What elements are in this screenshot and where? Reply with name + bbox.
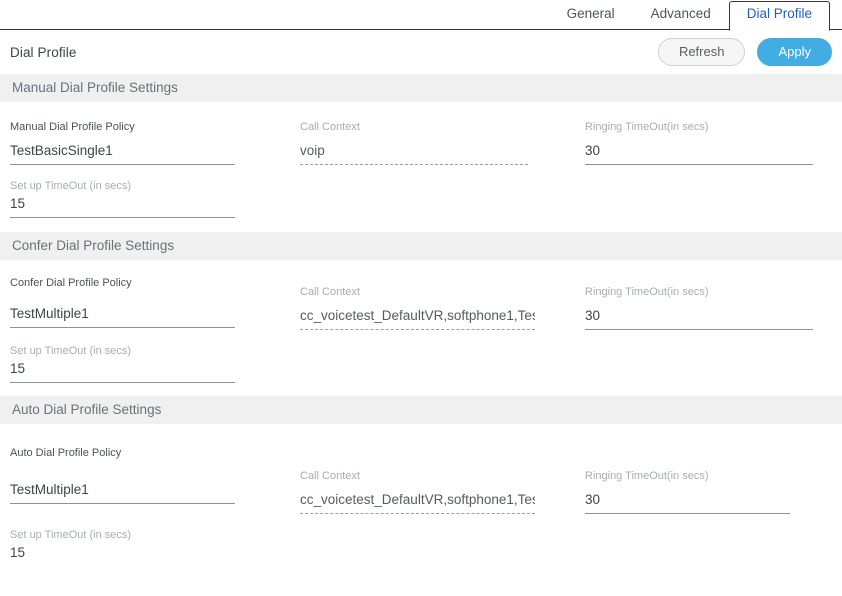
auto-ringing-timeout-value[interactable]: 30 xyxy=(585,490,790,514)
field-group-confer-ringing-timeout: Ringing TimeOut(in secs) 30 xyxy=(585,276,832,330)
apply-button[interactable]: Apply xyxy=(757,38,832,66)
confer-setup-timeout-value[interactable]: 15 xyxy=(10,359,235,383)
field-group-confer-setup-timeout: Set up TimeOut (in secs) 15 xyxy=(10,344,300,383)
manual-dial-profile-policy-label: Manual Dial Profile Policy xyxy=(10,121,135,133)
confer-dial-profile-policy-value[interactable]: TestMultiple1 xyxy=(10,304,235,328)
tab-bar: General Advanced Dial Profile xyxy=(0,0,842,31)
section-auto-dial-profile: Auto Dial Profile Settings Auto Dial Pro… xyxy=(0,396,842,566)
manual-ringing-timeout-field[interactable]: Ringing TimeOut(in secs) 30 xyxy=(585,120,832,165)
field-group-auto-ringing-timeout: Ringing TimeOut(in secs) 30 xyxy=(585,446,832,514)
field-group-confer-call-context: Call Context cc_voicetest_DefaultVR,soft… xyxy=(300,276,585,330)
section-body-confer: Confer Dial Profile Policy TestMultiple1… xyxy=(0,260,842,396)
auto-call-context-value: cc_voicetest_DefaultVR,softphone1,Test xyxy=(300,490,535,514)
auto-setup-timeout-label: Set up TimeOut (in secs) xyxy=(10,529,132,541)
dial-profile-page: General Advanced Dial Profile Dial Profi… xyxy=(0,0,842,596)
field-group-auto-call-context: Call Context cc_voicetest_DefaultVR,soft… xyxy=(300,446,585,514)
field-group-manual-policy: Manual Dial Profile Policy TestBasicSing… xyxy=(10,120,300,165)
header-actions: Refresh Apply xyxy=(657,38,832,66)
manual-setup-timeout-label: Set up TimeOut (in secs) xyxy=(10,180,132,192)
manual-dial-profile-policy-field[interactable]: Manual Dial Profile Policy TestBasicSing… xyxy=(10,120,300,165)
tab-general[interactable]: General xyxy=(549,2,633,30)
auto-dial-profile-policy-value[interactable]: TestMultiple1 xyxy=(10,480,235,504)
field-group-auto-setup-timeout: Set up TimeOut (in secs) 15 xyxy=(10,528,300,566)
auto-setup-timeout-value[interactable]: 15 xyxy=(10,543,235,566)
field-group-manual-ringing-timeout: Ringing TimeOut(in secs) 30 xyxy=(585,120,832,165)
confer-ringing-timeout-value[interactable]: 30 xyxy=(585,306,813,330)
confer-setup-timeout-label: Set up TimeOut (in secs) xyxy=(10,345,132,357)
tab-advanced[interactable]: Advanced xyxy=(633,2,729,30)
field-group-manual-setup-timeout: Set up TimeOut (in secs) 15 xyxy=(10,179,300,218)
manual-dial-profile-policy-value[interactable]: TestBasicSingle1 xyxy=(10,141,235,165)
auto-dial-profile-policy-field[interactable]: Auto Dial Profile Policy TestMultiple1 xyxy=(10,446,300,504)
manual-setup-timeout-value[interactable]: 15 xyxy=(10,194,235,218)
manual-call-context-value: voip xyxy=(300,141,528,165)
field-group-manual-call-context: Call Context voip xyxy=(300,120,585,165)
section-manual-dial-profile: Manual Dial Profile Settings Manual Dial… xyxy=(0,74,842,232)
section-title-confer: Confer Dial Profile Settings xyxy=(0,232,842,260)
refresh-button[interactable]: Refresh xyxy=(657,38,746,66)
page-title: Dial Profile xyxy=(10,44,77,60)
section-title-auto: Auto Dial Profile Settings xyxy=(0,396,842,424)
auto-call-context-label: Call Context xyxy=(300,470,360,482)
confer-ringing-timeout-field[interactable]: Ringing TimeOut(in secs) 30 xyxy=(585,285,832,330)
confer-call-context-label: Call Context xyxy=(300,286,360,298)
confer-dial-profile-policy-label: Confer Dial Profile Policy xyxy=(10,277,132,289)
page-header: Dial Profile Refresh Apply xyxy=(0,30,842,74)
confer-call-context-field: Call Context cc_voicetest_DefaultVR,soft… xyxy=(300,285,585,330)
auto-ringing-timeout-label: Ringing TimeOut(in secs) xyxy=(585,470,709,482)
confer-call-context-value: cc_voicetest_DefaultVR,softphone1,Test xyxy=(300,306,535,330)
manual-ringing-timeout-value[interactable]: 30 xyxy=(585,141,813,165)
auto-dial-profile-policy-label: Auto Dial Profile Policy xyxy=(10,447,122,459)
auto-setup-timeout-field[interactable]: Set up TimeOut (in secs) 15 xyxy=(10,528,300,566)
tab-dial-profile[interactable]: Dial Profile xyxy=(728,1,830,31)
field-group-auto-policy: Auto Dial Profile Policy TestMultiple1 xyxy=(10,446,300,504)
section-body-auto: Auto Dial Profile Policy TestMultiple1 C… xyxy=(0,424,842,566)
confer-setup-timeout-field[interactable]: Set up TimeOut (in secs) 15 xyxy=(10,344,300,383)
field-group-confer-policy: Confer Dial Profile Policy TestMultiple1 xyxy=(10,276,300,328)
auto-ringing-timeout-field[interactable]: Ringing TimeOut(in secs) 30 xyxy=(585,469,832,514)
manual-setup-timeout-field[interactable]: Set up TimeOut (in secs) 15 xyxy=(10,179,300,218)
auto-call-context-field: Call Context cc_voicetest_DefaultVR,soft… xyxy=(300,469,585,514)
section-title-manual: Manual Dial Profile Settings xyxy=(0,74,842,102)
confer-ringing-timeout-label: Ringing TimeOut(in secs) xyxy=(585,286,709,298)
manual-call-context-field: Call Context voip xyxy=(300,120,585,165)
confer-dial-profile-policy-field[interactable]: Confer Dial Profile Policy TestMultiple1 xyxy=(10,276,300,328)
manual-call-context-label: Call Context xyxy=(300,121,360,133)
section-confer-dial-profile: Confer Dial Profile Settings Confer Dial… xyxy=(0,232,842,396)
section-body-manual: Manual Dial Profile Policy TestBasicSing… xyxy=(0,102,842,232)
manual-ringing-timeout-label: Ringing TimeOut(in secs) xyxy=(585,121,709,133)
